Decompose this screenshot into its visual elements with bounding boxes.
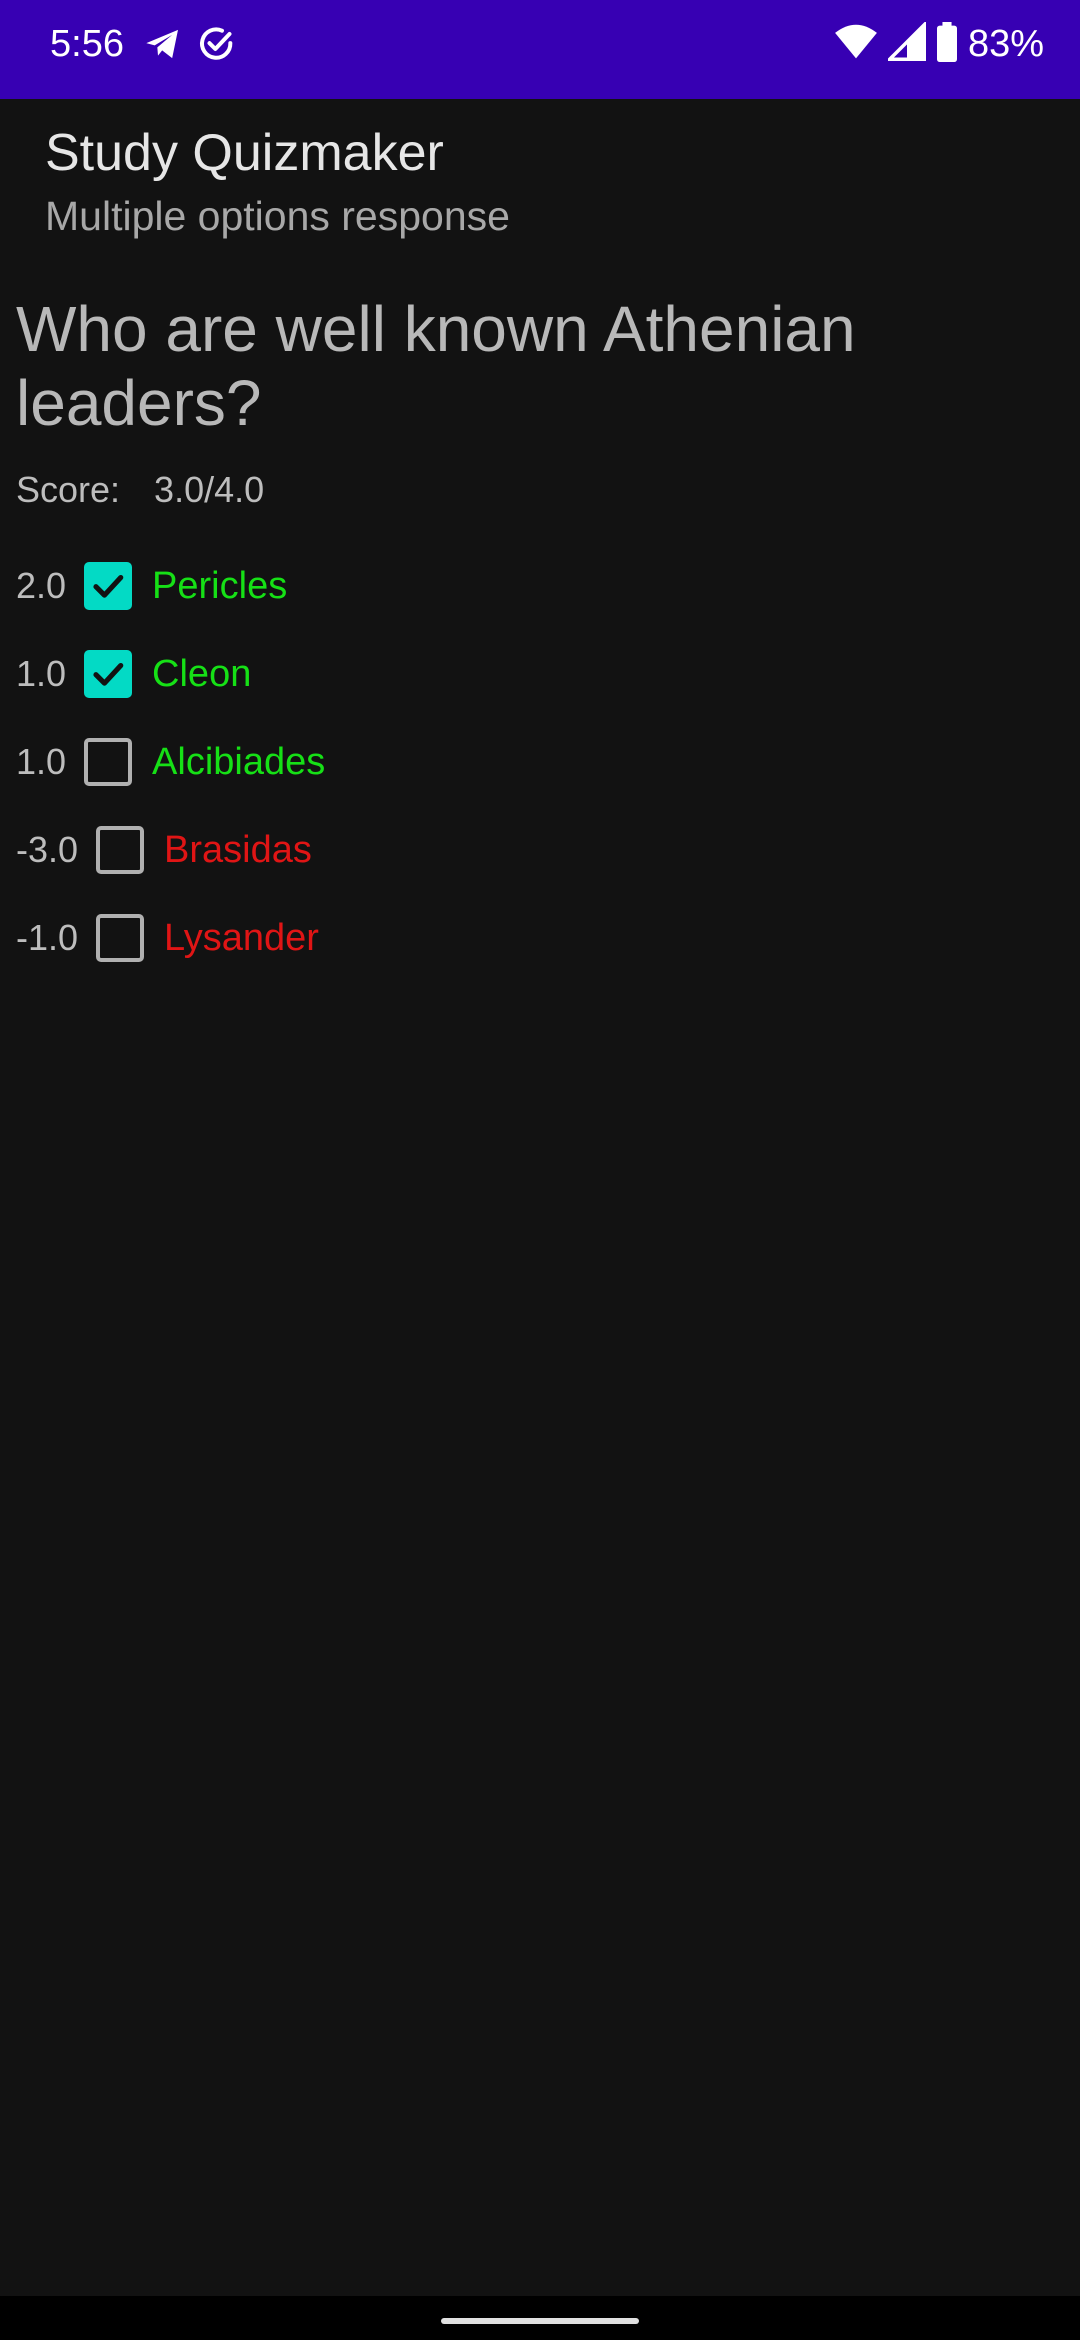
option-points: -3.0: [16, 829, 79, 870]
option-checkbox[interactable]: [96, 914, 145, 962]
checkmark-icon: [93, 662, 124, 686]
status-time: 5:56: [50, 23, 124, 65]
option-checkbox[interactable]: [84, 738, 133, 786]
option-checkbox[interactable]: [84, 650, 133, 698]
option-label: Alcibiades: [152, 741, 326, 783]
options-list: 2.0 Pericles 1.0 Cleon 1.0 Alcibiades -3…: [16, 542, 1056, 982]
app-subtitle: Multiple options response: [45, 193, 510, 239]
option-checkbox[interactable]: [84, 562, 133, 610]
home-indicator[interactable]: [441, 2318, 639, 2324]
score-row: Score: 3.0/4.0: [16, 466, 264, 514]
check-circle-icon: [197, 24, 237, 69]
wifi-icon: [834, 22, 878, 67]
status-left-icons: [143, 24, 237, 69]
option-points: 2.0: [16, 565, 67, 606]
option-points: 1.0: [16, 741, 67, 782]
score-value: 3.0/4.0: [154, 469, 265, 510]
option-row[interactable]: 1.0 Cleon: [16, 630, 1056, 718]
score-label: Score:: [16, 469, 121, 510]
navigation-bar: [0, 2296, 1080, 2340]
option-label: Cleon: [152, 653, 252, 695]
option-points: 1.0: [16, 653, 67, 694]
battery-percentage: 83%: [967, 23, 1044, 65]
option-label: Lysander: [164, 917, 319, 959]
option-points: -1.0: [16, 917, 79, 958]
option-checkbox[interactable]: [96, 826, 145, 874]
question-text: Who are well known Athenian leaders?: [16, 293, 856, 439]
signal-icon: [885, 20, 926, 67]
app-bar: Study Quizmaker Multiple options respons…: [0, 99, 1080, 259]
checkmark-icon: [93, 574, 124, 598]
status-right: 83%: [834, 20, 1044, 68]
option-row[interactable]: 1.0 Alcibiades: [16, 718, 1056, 806]
option-row[interactable]: -3.0 Brasidas: [16, 806, 1056, 894]
option-label: Pericles: [152, 565, 288, 607]
app-title: Study Quizmaker: [45, 124, 444, 182]
option-label: Brasidas: [164, 829, 312, 871]
option-row[interactable]: 2.0 Pericles: [16, 542, 1056, 630]
battery-icon: [936, 21, 958, 67]
telegram-icon: [143, 24, 183, 69]
status-bar: 5:56 83%: [0, 0, 1080, 99]
option-row[interactable]: -1.0 Lysander: [16, 894, 1056, 982]
